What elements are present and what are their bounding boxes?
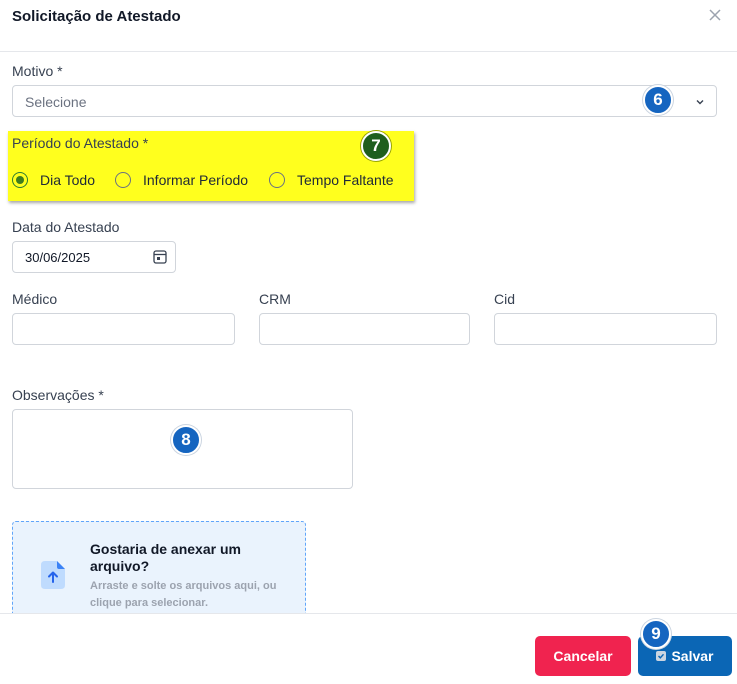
annotation-badge-8: 8 <box>171 425 201 455</box>
crm-label: CRM <box>259 291 291 307</box>
cid-label: Cid <box>494 291 516 307</box>
medico-input[interactable] <box>12 313 235 345</box>
save-button-label: Salvar <box>671 648 714 664</box>
radio-informar-periodo[interactable]: Informar Período <box>115 170 248 190</box>
check-icon <box>656 651 667 661</box>
periodo-label: Período do Atestado * <box>12 135 149 151</box>
cid-input[interactable] <box>494 313 717 345</box>
radio-dia-todo-label: Dia Todo <box>40 172 96 188</box>
observacoes-label: Observações * <box>12 387 104 403</box>
cancel-button-label: Cancelar <box>553 648 613 664</box>
chevron-down-icon <box>696 100 704 105</box>
radio-dia-todo[interactable]: Dia Todo <box>12 170 95 190</box>
radio-dia-todo-circle[interactable] <box>12 172 28 188</box>
modal-title: Solicitação de Atestado <box>12 8 181 25</box>
radio-informar-periodo-circle[interactable] <box>115 172 131 188</box>
motivo-select[interactable]: Selecione <box>12 85 717 117</box>
data-atestado-input[interactable]: 30/06/2025 <box>12 241 176 273</box>
radio-informar-periodo-label: Informar Período <box>143 172 249 188</box>
close-icon[interactable] <box>707 7 723 23</box>
modal-header: Solicitação de Atestado <box>0 0 737 52</box>
upload-title: Gostaria de anexar um arquivo? <box>90 541 241 574</box>
radio-tempo-faltante[interactable]: Tempo Faltante <box>269 170 394 190</box>
calendar-icon[interactable] <box>153 249 167 264</box>
annotation-badge-6: 6 <box>643 85 673 115</box>
motivo-label: Motivo * <box>12 63 63 79</box>
data-atestado-value: 30/06/2025 <box>25 250 91 265</box>
radio-tempo-faltante-circle[interactable] <box>269 172 285 188</box>
medico-label: Médico <box>12 291 58 307</box>
data-atestado-label: Data do Atestado <box>12 219 120 235</box>
annotation-badge-7: 7 <box>361 131 391 161</box>
modal-footer: Cancelar Salvar <box>0 613 737 684</box>
annotation-badge-9: 9 <box>641 619 671 649</box>
cancel-button[interactable]: Cancelar <box>535 636 631 676</box>
upload-subtitle: Arraste e solte os arquivos aqui, ou cli… <box>90 580 277 609</box>
motivo-placeholder: Selecione <box>25 94 87 110</box>
radio-tempo-faltante-label: Tempo Faltante <box>297 172 394 188</box>
file-upload-icon <box>41 561 65 589</box>
crm-input[interactable] <box>259 313 470 345</box>
